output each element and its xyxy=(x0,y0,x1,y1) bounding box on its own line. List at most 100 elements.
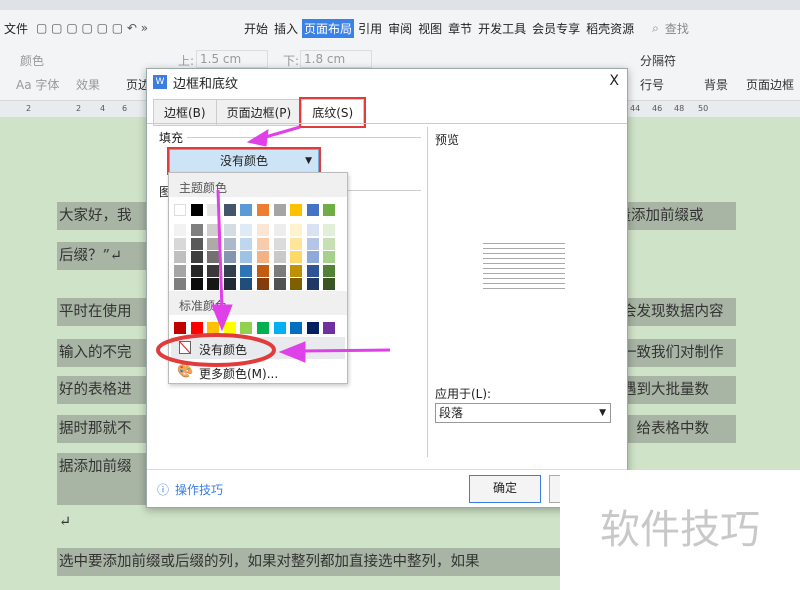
separator-button[interactable]: 分隔符 xyxy=(640,52,676,69)
color-swatch[interactable] xyxy=(240,322,253,334)
ribbon-tab[interactable]: 引用 xyxy=(356,19,384,38)
color-swatch[interactable] xyxy=(273,237,286,250)
no-color-option[interactable]: 没有颜色 xyxy=(171,337,345,359)
color-swatch[interactable] xyxy=(257,204,269,216)
color-swatch[interactable] xyxy=(174,204,186,216)
effect-button[interactable]: 效果 xyxy=(76,76,100,93)
color-swatch[interactable] xyxy=(273,251,286,263)
color-swatch[interactable] xyxy=(257,237,269,250)
color-swatch[interactable] xyxy=(240,264,253,277)
color-swatch[interactable] xyxy=(240,204,253,216)
color-swatch[interactable] xyxy=(273,224,286,236)
color-swatch[interactable] xyxy=(323,278,336,290)
color-swatch[interactable] xyxy=(257,224,269,236)
color-swatch[interactable] xyxy=(290,251,303,263)
fill-color-dropdown[interactable]: 没有颜色 ▼ xyxy=(167,147,321,175)
color-swatch[interactable] xyxy=(306,322,319,334)
color-swatch[interactable] xyxy=(174,322,186,334)
apply-to-select[interactable]: 段落 ▼ xyxy=(435,403,611,423)
ribbon-tab[interactable]: 稻壳资源 xyxy=(584,19,636,38)
search-icon[interactable]: ⌕ xyxy=(652,21,659,36)
color-swatch[interactable] xyxy=(240,251,253,263)
ribbon-tab[interactable]: 章节 xyxy=(446,19,474,38)
quick-access-icons[interactable]: ▢ ▢ ▢ ▢ ▢ ▢ ↶ » xyxy=(36,21,236,35)
color-swatch[interactable] xyxy=(306,237,319,250)
color-swatch[interactable] xyxy=(290,278,303,290)
color-swatch[interactable] xyxy=(207,264,220,277)
color-swatch[interactable] xyxy=(273,278,286,290)
color-swatch[interactable] xyxy=(190,224,203,236)
font-button[interactable]: Aa 字体 xyxy=(16,76,59,93)
color-swatch[interactable] xyxy=(306,224,319,236)
color-swatch[interactable] xyxy=(207,278,220,290)
tab-borders[interactable]: 边框(B) xyxy=(153,99,217,126)
color-swatch[interactable] xyxy=(207,237,220,250)
color-swatch[interactable] xyxy=(174,237,186,250)
color-swatch[interactable] xyxy=(190,204,203,216)
ribbon-tab[interactable]: 开始 xyxy=(242,19,270,38)
tips-link[interactable]: 操作技巧 xyxy=(175,481,223,498)
color-swatch[interactable] xyxy=(190,322,203,334)
top-margin-input[interactable]: 1.5 cm xyxy=(196,50,268,68)
color-swatch[interactable] xyxy=(174,264,186,277)
color-swatch[interactable] xyxy=(257,264,269,277)
ribbon-tab[interactable]: 插入 xyxy=(272,19,300,38)
color-swatch[interactable] xyxy=(223,251,236,263)
color-swatch[interactable] xyxy=(273,264,286,277)
color-swatch[interactable] xyxy=(323,251,336,263)
color-swatch[interactable] xyxy=(273,204,286,216)
page-border-button[interactable]: 页面边框 xyxy=(746,76,794,93)
color-swatch[interactable] xyxy=(207,204,220,216)
color-swatch[interactable] xyxy=(290,224,303,236)
color-swatch[interactable] xyxy=(257,251,269,263)
file-menu[interactable]: 文件 xyxy=(2,19,30,38)
tab-page-border[interactable]: 页面边框(P) xyxy=(215,99,303,126)
color-swatch[interactable] xyxy=(174,224,186,236)
ribbon-tab[interactable]: 开发工具 xyxy=(476,19,528,38)
color-swatch[interactable] xyxy=(290,204,303,216)
color-swatch[interactable] xyxy=(223,278,236,290)
color-swatch[interactable] xyxy=(223,322,236,334)
color-button[interactable]: 颜色 xyxy=(20,52,44,69)
color-swatch[interactable] xyxy=(174,251,186,263)
ok-button[interactable]: 确定 xyxy=(469,475,541,503)
close-button[interactable]: X xyxy=(609,73,619,89)
background-button[interactable]: 背景 xyxy=(704,76,728,93)
color-swatch[interactable] xyxy=(240,237,253,250)
color-swatch[interactable] xyxy=(306,264,319,277)
color-swatch[interactable] xyxy=(306,251,319,263)
color-swatch[interactable] xyxy=(257,278,269,290)
color-swatch[interactable] xyxy=(306,278,319,290)
tips-icon[interactable]: ⓘ xyxy=(157,481,169,498)
color-swatch[interactable] xyxy=(190,237,203,250)
color-swatch[interactable] xyxy=(223,237,236,250)
color-swatch[interactable] xyxy=(207,251,220,263)
color-swatch[interactable] xyxy=(323,264,336,277)
color-swatch[interactable] xyxy=(306,204,319,216)
color-swatch[interactable] xyxy=(323,204,336,216)
color-swatch[interactable] xyxy=(190,278,203,290)
ribbon-tab[interactable]: 视图 xyxy=(416,19,444,38)
color-swatch[interactable] xyxy=(273,322,286,334)
color-swatch[interactable] xyxy=(290,237,303,250)
color-swatch[interactable] xyxy=(223,264,236,277)
color-swatch[interactable] xyxy=(323,237,336,250)
ribbon-tab[interactable]: 会员专享 xyxy=(530,19,582,38)
tab-shading[interactable]: 底纹(S) xyxy=(299,97,367,128)
ribbon-tab[interactable]: 页面布局 xyxy=(302,18,355,38)
ribbon-tab[interactable]: 审阅 xyxy=(386,19,414,38)
color-swatch[interactable] xyxy=(290,322,303,334)
color-swatch[interactable] xyxy=(207,322,220,334)
color-swatch[interactable] xyxy=(323,322,336,334)
color-swatch[interactable] xyxy=(207,224,220,236)
bottom-margin-input[interactable]: 1.8 cm xyxy=(300,50,372,68)
color-swatch[interactable] xyxy=(190,251,203,263)
more-colors-option[interactable]: 🎨 更多颜色(M)... xyxy=(171,363,345,383)
line-number-button[interactable]: 行号 xyxy=(640,76,664,93)
color-swatch[interactable] xyxy=(223,224,236,236)
color-swatch[interactable] xyxy=(240,224,253,236)
color-swatch[interactable] xyxy=(257,322,269,334)
color-swatch[interactable] xyxy=(323,224,336,236)
color-swatch[interactable] xyxy=(240,278,253,290)
color-swatch[interactable] xyxy=(174,278,186,290)
